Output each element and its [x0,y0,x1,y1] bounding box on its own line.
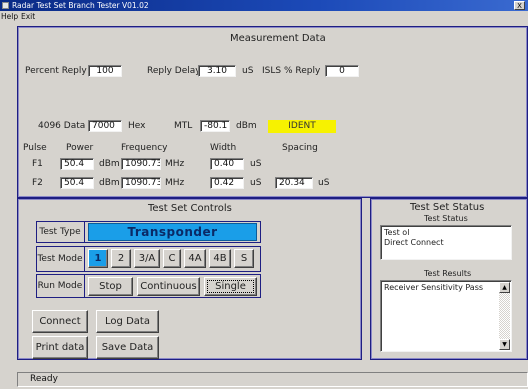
print-data-button[interactable]: Print data [32,336,88,359]
stop-button[interactable]: Stop [88,277,133,296]
status-title: Test Set Status [410,202,485,213]
f1-label: F1 [32,159,43,169]
isls-field[interactable]: 0 [325,65,359,77]
f2-power-unit: dBm [99,178,120,188]
reply-delay-unit: uS [242,66,254,76]
status-bar: Ready [17,372,528,387]
f2-power-field[interactable]: 50.4 [60,177,94,189]
test-results-line-1: Receiver Sensitivity Pass [384,283,484,292]
mode-c-button[interactable]: C [163,249,181,268]
title-bar: Radar Test Set Branch Tester V01.02 X [0,0,528,11]
f2-width-field[interactable]: 0.42 [210,177,244,189]
test-type-selector[interactable]: Transponder [88,223,257,241]
test-results-box: Receiver Sensitivity Pass ▲ ▼ [380,280,512,352]
window-title: Radar Test Set Branch Tester V01.02 [12,1,149,10]
scroll-up-icon[interactable]: ▲ [499,282,510,293]
test-status-line-2: Direct Connect [384,238,444,247]
percent-reply-field[interactable]: 100 [88,65,122,77]
status-text: Ready [30,374,58,384]
continuous-button[interactable]: Continuous [137,277,200,296]
run-mode-divider [84,274,85,298]
mode-2-button[interactable]: 2 [111,249,131,268]
ident-indicator: IDENT [268,120,336,133]
code-data-unit: Hex [128,121,146,131]
f1-freq-unit: MHz [165,159,185,169]
menu-exit[interactable]: Exit [21,11,35,22]
reply-delay-label: Reply Delay [147,66,201,76]
f1-width-unit: uS [250,159,262,169]
test-status-line-1: Test ol [384,228,410,237]
mtl-field[interactable]: -80.1 [200,120,230,132]
connect-button[interactable]: Connect [32,310,88,333]
measurement-title: Measurement Data [230,33,326,44]
isls-label: ISLS % Reply [262,66,321,76]
test-type-label: Test Type [39,227,81,237]
mode-4b-button[interactable]: 4B [209,249,231,268]
single-button[interactable]: Single [204,277,257,296]
log-data-button[interactable]: Log Data [96,310,159,333]
f1-width-field[interactable]: 0.40 [210,158,244,170]
f2-freq-field[interactable]: 1090.73 [121,177,161,189]
f2-spacing-field[interactable]: 20.34 [275,177,313,189]
spacing-header: Spacing [282,143,318,153]
f1-power-field[interactable]: 50.4 [60,158,94,170]
code-data-label: 4096 Data [38,121,86,131]
app-icon [2,2,9,9]
frequency-header: Frequency [121,143,168,153]
mtl-unit: dBm [236,121,257,131]
test-mode-label: Test Mode [37,254,83,264]
save-data-button[interactable]: Save Data [96,336,159,359]
mtl-label: MTL [174,121,193,131]
power-header: Power [66,143,94,153]
reply-delay-field[interactable]: 3.10 [198,65,236,77]
code-data-field[interactable]: 7000 [88,120,122,132]
test-status-label: Test Status [424,214,468,223]
test-status-box: Test ol Direct Connect [380,225,512,260]
measurement-panel [17,26,528,198]
f2-spacing-unit: uS [318,178,330,188]
test-type-divider [84,221,85,243]
f1-freq-field[interactable]: 1090.73 [121,158,161,170]
scroll-down-icon[interactable]: ▼ [499,339,510,350]
mode-4a-button[interactable]: 4A [184,249,206,268]
f1-power-unit: dBm [99,159,120,169]
menu-help[interactable]: Help [1,11,18,22]
f2-freq-unit: MHz [165,178,185,188]
mode-3a-button[interactable]: 3/A [134,249,160,268]
percent-reply-label: Percent Reply [25,66,87,76]
mode-s-button[interactable]: S [234,249,254,268]
test-results-label: Test Results [424,269,472,278]
close-button[interactable]: X [514,1,525,10]
pulse-header: Pulse [23,143,47,153]
f2-width-unit: uS [250,178,262,188]
controls-title: Test Set Controls [148,203,232,214]
results-scrollbar[interactable]: ▲ ▼ [499,282,510,350]
run-mode-label: Run Mode [37,281,83,291]
mode-1-button[interactable]: 1 [88,249,108,268]
width-header: Width [210,143,237,153]
f2-label: F2 [32,178,43,188]
test-mode-divider [84,246,85,272]
